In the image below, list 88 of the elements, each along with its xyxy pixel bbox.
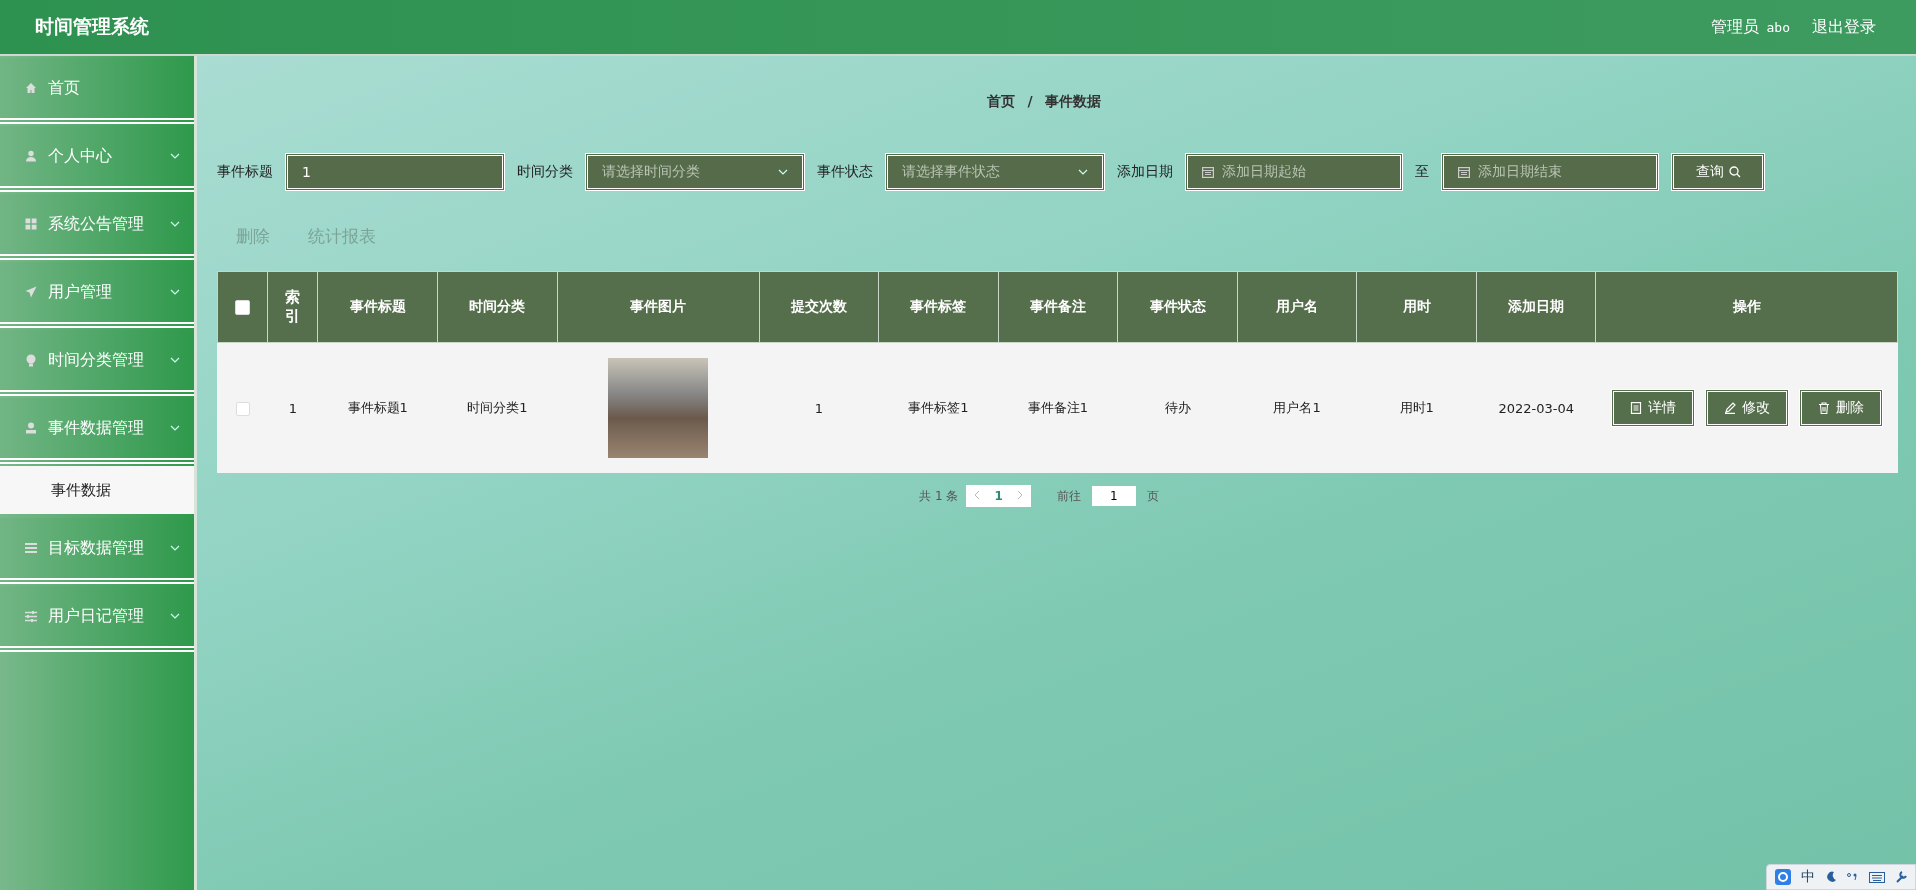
logout-link[interactable]: 退出登录 — [1812, 16, 1876, 38]
grid-icon — [25, 218, 37, 230]
keyboard-icon[interactable] — [1869, 871, 1885, 883]
person-icon — [25, 422, 37, 434]
date-field[interactable]: 添加日期结束 — [1441, 153, 1659, 191]
column-header: 添加日期 — [1508, 298, 1565, 314]
select-field[interactable]: 请选择事件状态 — [885, 153, 1105, 191]
column-header: 操作 — [1732, 298, 1761, 314]
trash-icon — [1817, 402, 1830, 414]
chevron-down-icon — [170, 425, 180, 431]
column-header: 事件状态 — [1149, 298, 1206, 314]
table-cell: 事件标签1 — [908, 400, 969, 415]
table-cell: 1 — [288, 400, 297, 416]
table-cell: 待办 — [1164, 400, 1191, 415]
column-header: 索引 — [285, 287, 301, 327]
breadcrumb-separator: / — [1027, 93, 1033, 111]
table-cell: 时间分类1 — [467, 400, 528, 415]
calendar-icon — [1202, 166, 1214, 178]
total-count: 共 1 条 — [919, 487, 959, 505]
user-name: abo — [1766, 19, 1790, 35]
sliders-icon — [25, 610, 37, 622]
goto-label: 前往 — [1056, 487, 1081, 505]
sidebar-item[interactable]: 首页 — [0, 58, 194, 124]
table-cell: 2022-03-04 — [1498, 400, 1574, 416]
filter-label: 事件状态 — [817, 163, 873, 181]
page-suffix: 页 — [1146, 487, 1159, 505]
checkbox[interactable] — [235, 300, 251, 316]
table-cell: 事件备注1 — [1027, 400, 1089, 415]
table-cell: 1 — [814, 400, 823, 416]
column-header: 用时 — [1402, 298, 1431, 314]
tool-icon[interactable] — [1895, 871, 1907, 883]
table-cell: 事件标题1 — [347, 400, 408, 415]
filter-label: 至 — [1415, 163, 1429, 181]
input-method-logo-icon[interactable] — [1775, 869, 1791, 885]
punctuation-icon[interactable] — [1847, 872, 1859, 882]
user-icon — [25, 150, 37, 162]
chevron-down-icon — [170, 613, 180, 619]
text-input[interactable]: 1 — [285, 153, 505, 191]
sidebar-item[interactable]: 事件数据管理 — [0, 398, 194, 464]
pencil-icon — [1723, 402, 1736, 414]
sidebar-item[interactable]: 用户管理 — [0, 262, 194, 328]
sidebar-item[interactable]: 用户日记管理 — [0, 586, 194, 652]
chevron-down-icon — [170, 545, 180, 551]
sidebar-item[interactable]: 时间分类管理 — [0, 330, 194, 396]
document-icon — [1629, 402, 1642, 414]
checkbox[interactable] — [235, 401, 250, 416]
table-cell: 用户名1 — [1273, 400, 1321, 415]
chevron-down-icon — [170, 289, 180, 295]
list-icon — [25, 543, 37, 553]
breadcrumb-current: 事件数据 — [1044, 93, 1101, 111]
row-action-button[interactable]: 删除 — [1798, 389, 1883, 427]
table-cell: 用时1 — [1399, 400, 1434, 415]
page-number[interactable]: 1 — [994, 489, 1003, 503]
bulb-icon — [26, 353, 36, 367]
column-header: 事件图片 — [630, 298, 687, 314]
column-header: 事件标题 — [349, 298, 406, 314]
search-icon — [1728, 166, 1741, 178]
sidebar-item[interactable]: 个人中心 — [0, 126, 194, 192]
select-field[interactable]: 请选择时间分类 — [585, 153, 805, 191]
row-action-button[interactable]: 修改 — [1704, 389, 1789, 427]
input-mode-toggle[interactable]: 中 — [1801, 868, 1815, 886]
date-field[interactable]: 添加日期起始 — [1185, 153, 1403, 191]
paper-plane-icon — [25, 286, 37, 298]
moon-icon[interactable] — [1825, 871, 1837, 883]
column-header: 事件标签 — [910, 298, 967, 314]
row-action-button[interactable]: 详情 — [1610, 389, 1695, 427]
sidebar-item[interactable]: 目标数据管理 — [0, 518, 194, 584]
app-title: 时间管理系统 — [35, 14, 149, 39]
chevron-down-icon — [1078, 169, 1088, 175]
sidebar-item[interactable]: 系统公告管理 — [0, 194, 194, 260]
chevron-down-icon — [170, 221, 180, 227]
calendar-icon — [1458, 166, 1470, 178]
filter-label: 添加日期 — [1117, 163, 1173, 181]
search-button[interactable]: 查询 — [1671, 153, 1765, 191]
sidebar-subitem[interactable]: 事件数据 — [0, 466, 194, 514]
home-icon — [25, 82, 37, 94]
column-header: 时间分类 — [469, 298, 526, 314]
chevron-down-icon — [170, 357, 180, 363]
column-header: 用户名 — [1276, 298, 1319, 314]
page-input[interactable]: 1 — [1091, 486, 1136, 506]
column-header: 事件备注 — [1029, 298, 1086, 314]
column-header: 提交次数 — [790, 298, 847, 314]
filter-label: 事件标题 — [217, 163, 273, 181]
filter-label: 时间分类 — [517, 163, 573, 181]
user-role: 管理员 — [1710, 16, 1759, 38]
chevron-down-icon — [778, 169, 788, 175]
chevron-down-icon — [170, 153, 180, 159]
breadcrumb-link[interactable]: 首页 — [987, 93, 1016, 123]
